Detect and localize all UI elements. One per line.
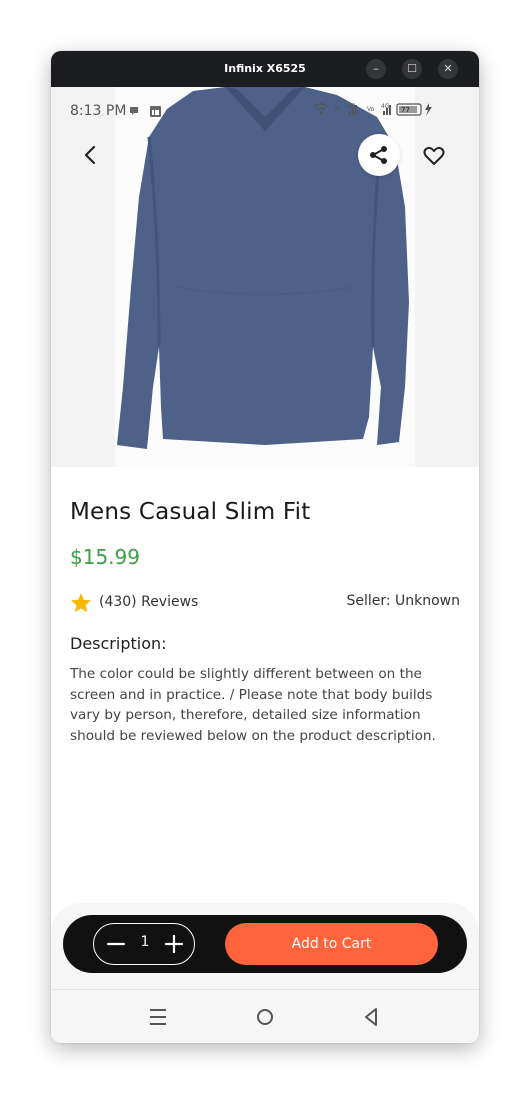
minus-icon[interactable] xyxy=(106,934,126,954)
menu-icon[interactable] xyxy=(146,1005,170,1029)
device-window: Infinix X6525 – ☐ ✕ 8:13 PM Vo 4G Vo 4G … xyxy=(51,51,479,1043)
android-nav-bar xyxy=(51,989,479,1043)
back-arrow-icon[interactable] xyxy=(79,143,103,167)
add-to-cart-button[interactable]: Add to Cart xyxy=(225,923,438,965)
share-button[interactable] xyxy=(358,134,400,176)
home-circle-icon[interactable] xyxy=(253,1005,277,1029)
status-notification-icons xyxy=(130,106,161,117)
heart-icon[interactable] xyxy=(422,144,446,168)
star-icon xyxy=(71,593,91,613)
battery-level: 77 xyxy=(401,106,410,114)
network-label-1: 4G xyxy=(347,103,356,110)
description-text: The color could be slightly different be… xyxy=(70,666,436,744)
svg-text:Vo: Vo xyxy=(367,106,375,113)
product-price: $15.99 xyxy=(70,545,140,569)
maximize-button[interactable]: ☐ xyxy=(402,59,422,79)
minimize-button[interactable]: – xyxy=(366,59,386,79)
product-image-area: 8:13 PM Vo 4G Vo 4G 77 xyxy=(51,87,479,467)
cart-panel: 1 Add to Cart xyxy=(51,903,479,989)
status-time: 8:13 PM xyxy=(70,103,127,119)
back-triangle-icon[interactable] xyxy=(359,1005,383,1029)
plus-icon[interactable] xyxy=(164,934,184,954)
window-titlebar: Infinix X6525 – ☐ ✕ xyxy=(51,51,479,87)
status-signal-icons: Vo 4G Vo 4G 77 xyxy=(313,103,432,116)
reviews-count[interactable]: (430) Reviews xyxy=(99,594,198,610)
close-button[interactable]: ✕ xyxy=(438,59,458,79)
share-icon xyxy=(370,146,387,164)
quantity-value: 1 xyxy=(140,934,150,950)
svg-text:Vo: Vo xyxy=(333,106,341,113)
cart-bar: 1 Add to Cart xyxy=(63,915,467,973)
description-heading: Description: xyxy=(70,634,167,653)
product-title: Mens Casual Slim Fit xyxy=(70,499,311,525)
seller-label: Seller: Unknown xyxy=(346,593,460,609)
quantity-stepper: 1 xyxy=(93,923,195,965)
network-label-2: 4G xyxy=(381,103,390,110)
app-screen: 8:13 PM Vo 4G Vo 4G 77 Mens Casual Slim … xyxy=(51,87,479,1043)
